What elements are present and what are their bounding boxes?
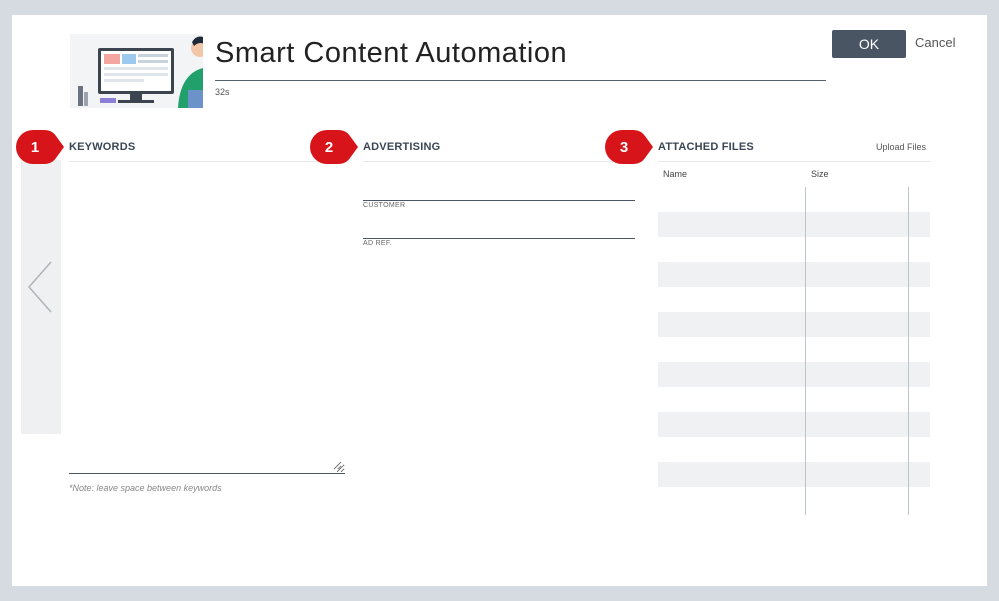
table-row [658,412,930,437]
table-row [658,487,930,512]
section-divider [658,161,930,162]
step-badge-2: 2 [310,130,360,164]
table-row [658,212,930,237]
customer-field-underline [363,200,635,201]
upload-files-link[interactable]: Upload Files [876,142,926,152]
section-title-attached-files: ATTACHED FILES [658,141,754,153]
table-row [658,462,930,487]
table-row [658,287,930,312]
step-number: 1 [30,138,40,156]
table-row [658,237,930,262]
title-underline [215,80,826,81]
dialog: Smart Content Automation 32s OK Cancel 1… [12,15,987,586]
thumbnail-image [70,34,203,108]
step-badge-3: 3 [605,130,655,164]
keywords-note: *Note: leave space between keywords [69,483,222,493]
files-table [658,187,930,515]
resize-grip-icon[interactable] [332,460,342,470]
table-row [658,337,930,362]
section-title-keywords: KEYWORDS [69,141,136,153]
section-title-advertising: ADVERTISING [363,141,441,153]
section-divider [69,161,341,162]
customer-label: CUSTOMER [363,202,406,209]
step-badge-1: 1 [16,130,66,164]
keywords-input[interactable] [69,165,345,474]
ok-button[interactable]: OK [832,30,906,58]
ad-ref-field[interactable] [363,213,635,238]
column-header-size[interactable]: Size [811,169,829,179]
step-number: 2 [324,138,334,156]
table-row [658,362,930,387]
column-divider [805,187,806,515]
cancel-button[interactable]: Cancel [915,35,955,50]
ad-ref-field-underline [363,238,635,239]
ad-ref-label: AD REF. [363,240,392,247]
duration-label: 32s [215,87,230,97]
table-row [658,312,930,337]
table-row [658,387,930,412]
table-row [658,437,930,462]
table-row [658,187,930,212]
dialog-title: Smart Content Automation [215,37,568,69]
customer-field[interactable] [363,175,635,200]
table-row [658,262,930,287]
column-header-name[interactable]: Name [663,169,687,179]
section-divider [363,161,635,162]
chevron-left-icon [28,261,52,313]
step-number: 3 [619,138,629,156]
previous-nav[interactable] [21,160,61,434]
column-divider [908,187,909,515]
